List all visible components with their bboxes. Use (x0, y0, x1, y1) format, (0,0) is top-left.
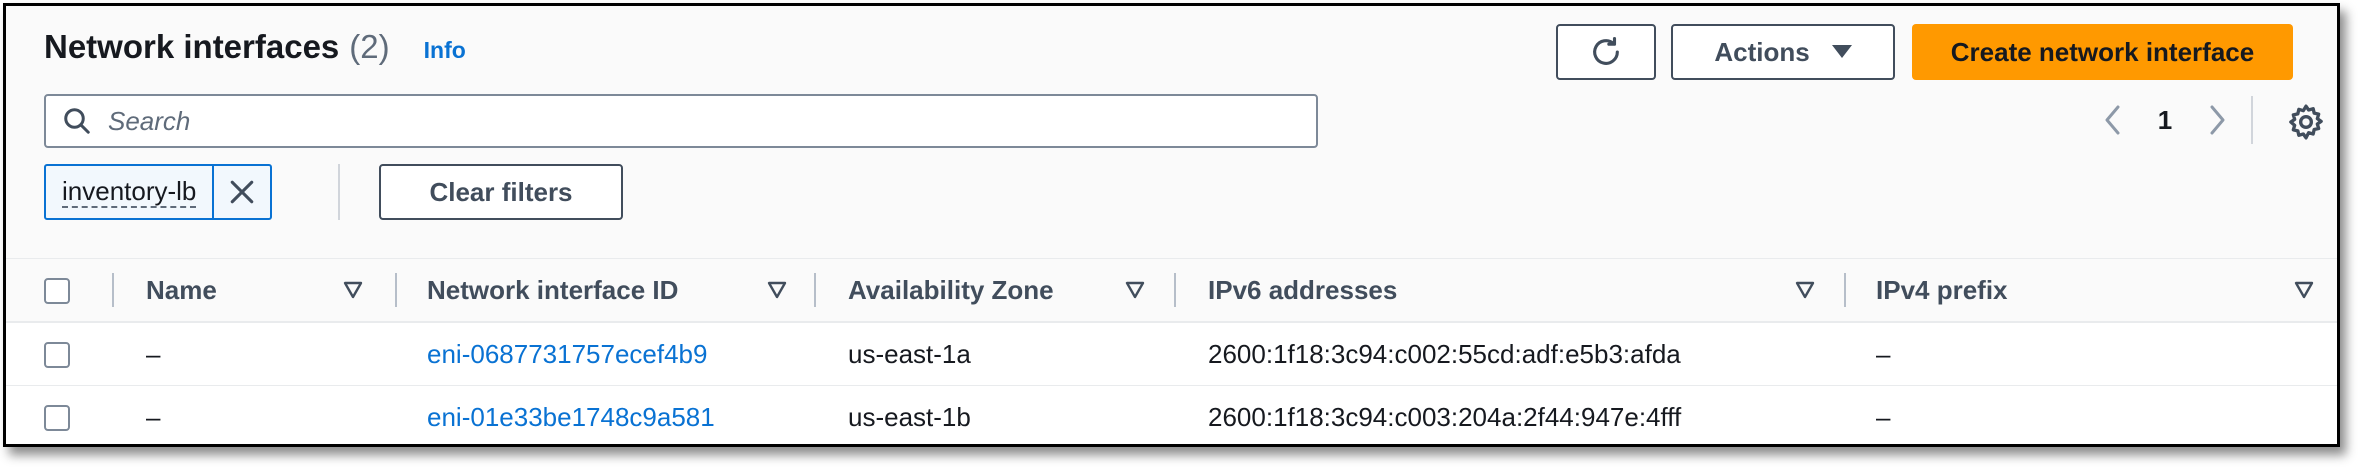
info-link[interactable]: Info (424, 37, 466, 64)
header: Network interfaces (2) Info (44, 28, 466, 66)
cell-eni-id-link[interactable]: eni-01e33be1748c9a581 (427, 386, 715, 444)
next-page-button[interactable] (2195, 98, 2239, 142)
filter-token-label[interactable]: inventory-lb (46, 166, 212, 218)
close-icon (231, 180, 254, 204)
filter-token: inventory-lb (44, 164, 273, 220)
create-network-interface-button[interactable]: Create network interface (1912, 24, 2293, 80)
cell-ipv6-addresses: 2600:1f18:3c94:c003:204a:2f44:947e:4fff (1208, 401, 1682, 432)
pagination-divider (2251, 96, 2253, 144)
column-header-ipv4-prefix[interactable]: IPv4 prefix (1876, 259, 2008, 321)
sort-icon[interactable] (766, 279, 788, 301)
table-row[interactable]: – eni-0687731757ecef4b9 us-east-1a 2600:… (6, 323, 2337, 386)
remove-filter-button[interactable] (212, 166, 270, 218)
row-checkbox[interactable] (44, 405, 70, 431)
cell-eni-id-link[interactable]: eni-0687731757ecef4b9 (427, 323, 707, 385)
column-divider (814, 273, 816, 307)
gear-icon (2289, 104, 2323, 140)
column-header-name[interactable]: Name (146, 259, 217, 321)
sort-icon[interactable] (1794, 279, 1816, 301)
column-header-availability-zone[interactable]: Availability Zone (848, 259, 1054, 321)
table-row[interactable]: – eni-01e33be1748c9a581 us-east-1b 2600:… (6, 386, 2337, 444)
clear-filters-button[interactable]: Clear filters (379, 164, 623, 220)
column-header-network-interface-id[interactable]: Network interface ID (427, 259, 678, 321)
refresh-button[interactable] (1556, 24, 1656, 80)
cell-ipv4-prefix: – (1876, 338, 1891, 369)
cell-availability-zone: us-east-1a (848, 338, 971, 369)
column-divider (395, 273, 397, 307)
chevron-left-icon (2105, 105, 2120, 135)
row-checkbox[interactable] (44, 342, 70, 368)
column-divider (112, 273, 114, 307)
cell-ipv4-prefix: – (1876, 401, 1891, 432)
caret-down-icon (1831, 45, 1852, 58)
item-count: (2) (349, 28, 390, 65)
page-number[interactable]: 1 (2135, 105, 2195, 136)
previous-page-button[interactable] (2091, 98, 2135, 142)
cell-availability-zone: us-east-1b (848, 401, 971, 432)
sort-icon[interactable] (1124, 279, 1146, 301)
column-divider (1844, 273, 1846, 307)
cell-name: – (146, 401, 161, 432)
search-field[interactable] (44, 94, 1318, 148)
search-icon (64, 108, 90, 134)
page-title: Network interfaces (44, 28, 340, 65)
network-interfaces-panel: Network interfaces (2) Info Actions Crea… (3, 3, 2340, 447)
select-all-checkbox[interactable] (44, 278, 70, 304)
sort-icon[interactable] (2293, 279, 2315, 301)
refresh-icon (1593, 36, 1619, 65)
cell-ipv6-addresses: 2600:1f18:3c94:c002:55cd:adf:e5b3:afda (1208, 338, 1681, 369)
column-header-ipv6-addresses[interactable]: IPv6 addresses (1208, 259, 1397, 321)
sort-icon[interactable] (342, 279, 364, 301)
actions-label: Actions (1714, 36, 1810, 67)
pagination: 1 (2091, 98, 2239, 142)
cell-name: – (146, 338, 161, 369)
preferences-button[interactable] (2286, 102, 2326, 142)
actions-dropdown-button[interactable]: Actions (1671, 24, 1895, 80)
filter-divider (338, 164, 340, 220)
table-header: Name Network interface ID Availability Z… (6, 258, 2337, 323)
network-interfaces-table: Name Network interface ID Availability Z… (6, 258, 2337, 444)
chevron-right-icon (2210, 105, 2225, 135)
search-input[interactable] (106, 104, 1260, 138)
column-divider (1174, 273, 1176, 307)
